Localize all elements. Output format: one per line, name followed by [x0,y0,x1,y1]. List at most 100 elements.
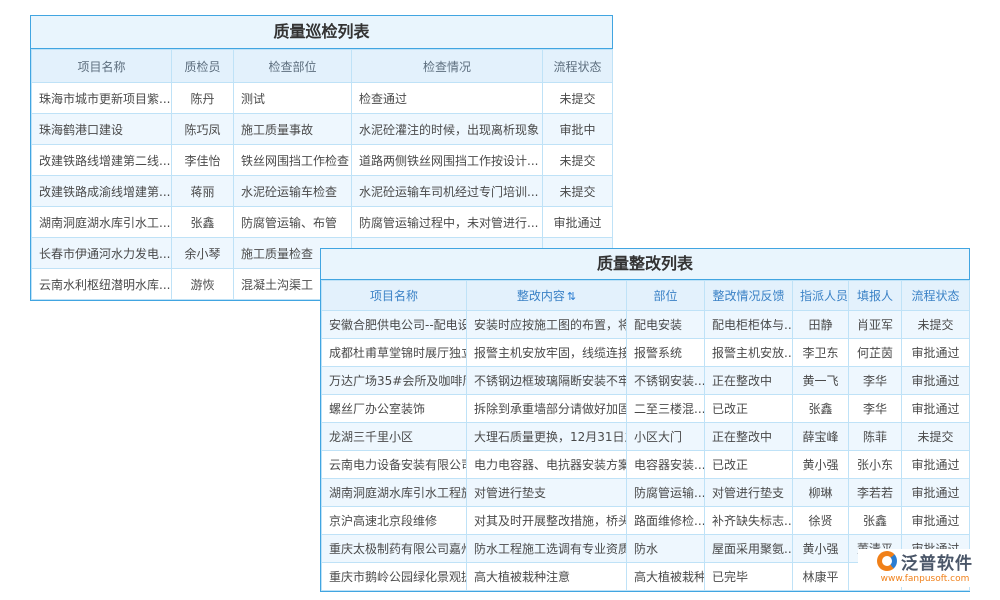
project-name-link[interactable]: 云南电力设备安装有限公司20... [322,451,467,479]
project-name-link[interactable]: 改建铁路成渝线增建第... [32,176,172,207]
project-name-link[interactable]: 重庆市鹅岭公园绿化景观提升... [322,563,467,591]
column-header-assignee: 指派人员 [793,281,849,311]
project-name-link[interactable]: 重庆太极制药有限公司嘉州中... [322,535,467,563]
project-name-link[interactable]: 安徽合肥供电公司--配电设备... [322,311,467,339]
rectify-feedback: 报警主机安放... [705,339,793,367]
rectify-part: 电容器安装... [627,451,705,479]
status-badge: 审批通过 [902,339,970,367]
rectify-content: 报警主机安放牢固，线缆连接... [467,339,627,367]
table-row: 成都杜甫草堂锦时展厅独立展...报警主机安放牢固，线缆连接...报警系统报警主机… [322,339,970,367]
rectify-feedback: 正在整改中 [705,423,793,451]
project-name-link[interactable]: 龙湖三千里小区 [322,423,467,451]
table-row: 云南电力设备安装有限公司20...电力电容器、电抗器安装方案...电容器安装..… [322,451,970,479]
rectify-feedback: 配电柜柜体与... [705,311,793,339]
reporter-name: 何芷茵 [849,339,902,367]
assignee-name: 徐贤 [793,507,849,535]
rectify-content: 对管进行垫支 [467,479,627,507]
rectify-feedback: 正在整改中 [705,367,793,395]
project-name-link[interactable]: 螺丝厂办公室装饰 [322,395,467,423]
brand-name: 泛普软件 [901,549,973,574]
status-badge: 未提交 [543,145,613,176]
inspection-detail: 水泥砼灌注的时候，出现离析现象 [352,114,543,145]
inspector-name: 张鑫 [172,207,234,238]
inspection-detail: 水泥砼运输车司机经过专门培训... [352,176,543,207]
project-name-link[interactable]: 成都杜甫草堂锦时展厅独立展... [322,339,467,367]
rectify-feedback: 补齐缺失标志... [705,507,793,535]
project-name-link[interactable]: 京沪高速北京段维修 [322,507,467,535]
column-header-status: 流程状态 [902,281,970,311]
rectify-part: 二至三楼混... [627,395,705,423]
rectify-content: 防水工程施工选调有专业资质... [467,535,627,563]
status-badge: 审批通过 [902,479,970,507]
table-row: 湖南洞庭湖水库引水工...张鑫防腐管运输、布管防腐管运输过程中，未对管进行...… [32,207,613,238]
rectify-content: 拆除到承重墙部分请做好加固... [467,395,627,423]
table-row: 龙湖三千里小区大理石质量更换，12月31日之...小区大门正在整改中薛宝峰陈菲未… [322,423,970,451]
column-header-feedback: 整改情况反馈 [705,281,793,311]
column-header-inspection-part: 检查部位 [234,50,352,83]
reporter-name: 李若若 [849,479,902,507]
rectify-content: 安装时应按施工图的布置，将... [467,311,627,339]
reporter-name: 陈菲 [849,423,902,451]
project-name-link[interactable]: 湖南洞庭湖水库引水工... [32,207,172,238]
status-badge: 未提交 [543,176,613,207]
column-header-rectify-content: 整改内容⇅ [467,281,627,311]
table-row: 改建铁路线增建第二线...李佳怡铁丝网围挡工作检查道路两侧铁丝网围挡工作按设计.… [32,145,613,176]
brand-logo[interactable]: 泛普软件 www.fanpusoft.com [858,549,992,587]
rectify-content: 高大植被栽种注意 [467,563,627,591]
rectify-part: 报警系统 [627,339,705,367]
header-row: 项目名称 整改内容⇅ 部位 整改情况反馈 指派人员 填报人 流程状态 [322,281,970,311]
assignee-name: 黄小强 [793,535,849,563]
rectify-part: 路面维修检... [627,507,705,535]
rectify-content: 不锈钢边框玻璃隔断安装不牢... [467,367,627,395]
status-badge: 审批通过 [902,395,970,423]
status-badge: 未提交 [902,311,970,339]
project-name-link[interactable]: 长春市伊通河水力发电... [32,238,172,269]
rectify-feedback: 屋面采用聚氨... [705,535,793,563]
assignee-name: 田静 [793,311,849,339]
rectify-feedback: 对管进行垫支 [705,479,793,507]
rectify-part: 防腐管运输... [627,479,705,507]
table-row: 万达广场35#会所及咖啡厅空...不锈钢边框玻璃隔断安装不牢...不锈钢安装..… [322,367,970,395]
inspector-name: 陈丹 [172,83,234,114]
reporter-name: 肖亚军 [849,311,902,339]
table-row: 安徽合肥供电公司--配电设备...安装时应按施工图的布置，将...配电安装配电柜… [322,311,970,339]
column-header-inspection-detail: 检查情况 [352,50,543,83]
brand-logo-row: 泛普软件 [858,549,992,573]
project-name-link[interactable]: 珠海市城市更新项目紫... [32,83,172,114]
rectify-content: 电力电容器、电抗器安装方案... [467,451,627,479]
assignee-name: 张鑫 [793,395,849,423]
inspection-table-header: 项目名称 质检员 检查部位 检查情况 流程状态 [32,50,613,83]
inspection-part: 施工质量事故 [234,114,352,145]
column-header-project-name: 项目名称 [322,281,467,311]
reporter-name: 张小东 [849,451,902,479]
project-name-link[interactable]: 万达广场35#会所及咖啡厅空... [322,367,467,395]
project-name-link[interactable]: 珠海鹤港口建设 [32,114,172,145]
table-row: 珠海市城市更新项目紫...陈丹测试检查通过未提交 [32,83,613,114]
inspection-part: 测试 [234,83,352,114]
inspection-table-title: 质量巡检列表 [31,16,612,49]
column-header-project-name: 项目名称 [32,50,172,83]
assignee-name: 林康平 [793,563,849,591]
rectify-feedback: 已改正 [705,451,793,479]
inspection-part: 铁丝网围挡工作检查 [234,145,352,176]
assignee-name: 黄一飞 [793,367,849,395]
inspection-detail: 道路两侧铁丝网围挡工作按设计... [352,145,543,176]
rectify-feedback: 已完毕 [705,563,793,591]
inspector-name: 陈巧凤 [172,114,234,145]
brand-url[interactable]: www.fanpusoft.com [858,573,992,585]
status-badge: 审批通过 [902,451,970,479]
project-name-link[interactable]: 云南水利枢纽潜明水库... [32,269,172,300]
assignee-name: 黄小强 [793,451,849,479]
reporter-name: 张鑫 [849,507,902,535]
table-row: 湖南洞庭湖水库引水工程施工...对管进行垫支防腐管运输...对管进行垫支柳琳李若… [322,479,970,507]
column-header-status: 流程状态 [543,50,613,83]
column-header-reporter: 填报人 [849,281,902,311]
assignee-name: 柳琳 [793,479,849,507]
project-name-link[interactable]: 改建铁路线增建第二线... [32,145,172,176]
table-row: 珠海鹤港口建设陈巧凤施工质量事故水泥砼灌注的时候，出现离析现象审批中 [32,114,613,145]
rectify-content: 大理石质量更换，12月31日之... [467,423,627,451]
inspector-name: 蒋丽 [172,176,234,207]
inspection-part: 水泥砼运输车检查 [234,176,352,207]
sort-icon[interactable]: ⇅ [567,290,576,303]
project-name-link[interactable]: 湖南洞庭湖水库引水工程施工... [322,479,467,507]
